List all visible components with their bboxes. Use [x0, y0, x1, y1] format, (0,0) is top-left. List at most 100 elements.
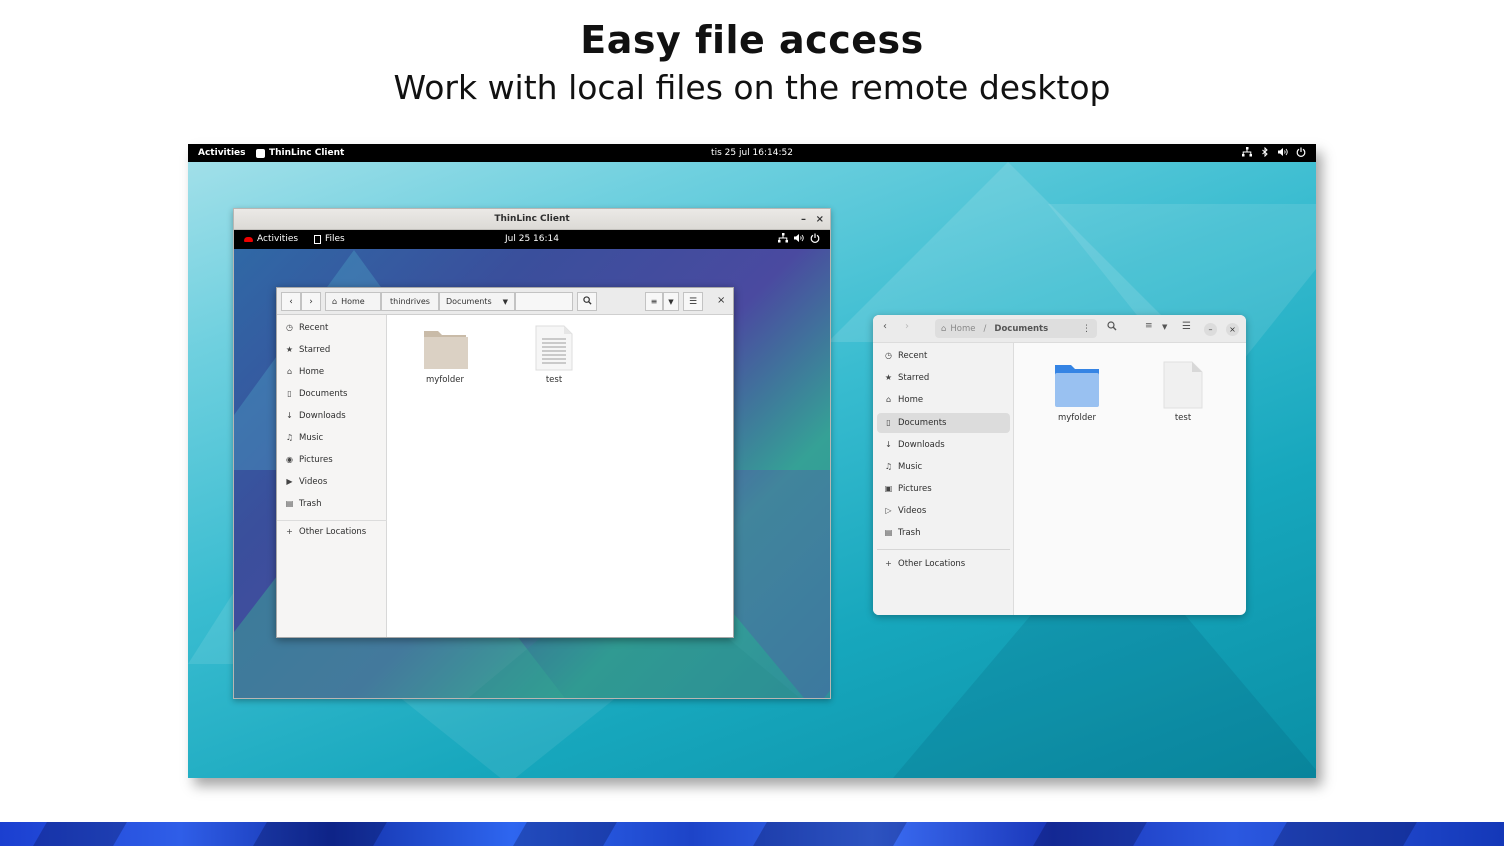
remote-system-tray[interactable]: [778, 233, 820, 243]
file-item-test[interactable]: test: [524, 325, 584, 385]
sidebar-item-recent[interactable]: ◷ Recent: [877, 346, 1010, 366]
view-options-button[interactable]: ▼: [663, 292, 679, 311]
remote-top-bar: Activities Files Jul 25 16:14: [234, 230, 830, 249]
document-icon: ▯: [287, 389, 292, 398]
sidebar-item-starred[interactable]: ★ Starred: [877, 368, 1010, 388]
clock[interactable]: tis 25 jul 16:14:52: [188, 148, 1316, 158]
volume-icon: [1278, 147, 1288, 157]
remote-clock[interactable]: Jul 25 16:14: [234, 234, 830, 244]
folder-icon: [1053, 361, 1101, 409]
sidebar-item-label: Documents: [299, 389, 348, 399]
download-icon: ↓: [286, 411, 293, 420]
menu-button[interactable]: ☰: [683, 292, 703, 311]
file-item-myfolder[interactable]: myfolder: [1047, 361, 1107, 423]
home-icon: ⌂: [941, 323, 947, 334]
forward-button[interactable]: ›: [301, 292, 321, 311]
sidebar-item-other-locations[interactable]: + Other Locations: [285, 527, 366, 537]
forward-button[interactable]: ›: [905, 321, 909, 332]
sidebar-item-label: Pictures: [299, 455, 333, 465]
view-options-button[interactable]: ▼: [1162, 323, 1167, 331]
system-tray[interactable]: [1242, 146, 1306, 158]
sidebar-item-home[interactable]: ⌂ Home: [285, 367, 324, 377]
back-button[interactable]: ‹: [281, 292, 301, 311]
power-icon: [810, 233, 820, 243]
music-icon: ♫: [884, 462, 893, 471]
close-button[interactable]: ×: [1226, 323, 1239, 336]
remote-desktop[interactable]: Activities Files Jul 25 16:14 ‹ › ⌂ Home…: [234, 230, 830, 698]
path-current[interactable]: Documents: [994, 324, 1048, 334]
sidebar-item-label: Recent: [299, 323, 329, 333]
sidebar-item-label: Other Locations: [898, 559, 966, 569]
minimize-button[interactable]: –: [1204, 323, 1217, 336]
menu-button[interactable]: ☰: [1182, 321, 1191, 332]
close-icon: ×: [1229, 325, 1236, 334]
desktop-top-bar: Activities ThinLinc Client tis 25 jul 16…: [188, 144, 1316, 162]
files-headerbar: ‹ › ⌂ Home thindrives Documents ▼ ≡ ▼ ☰ …: [277, 288, 733, 315]
sidebar-item-documents[interactable]: ▯ Documents: [877, 413, 1010, 433]
search-icon: [582, 295, 592, 308]
bottom-decorative-band: [0, 822, 1504, 846]
sidebar-item-videos[interactable]: ▶ Videos: [285, 477, 327, 487]
sidebar-item-trash[interactable]: ▤ Trash: [285, 499, 322, 509]
breadcrumb-extra[interactable]: [515, 292, 573, 311]
sidebar-item-pictures[interactable]: ▣ Pictures: [877, 479, 1010, 499]
home-icon: ⌂: [885, 395, 892, 404]
sidebar-item-home[interactable]: ⌂ Home: [877, 390, 1010, 410]
minimize-icon: –: [1208, 325, 1213, 334]
sidebar-item-other-locations[interactable]: + Other Locations: [877, 554, 1010, 574]
power-icon: [1296, 147, 1306, 157]
folder-icon: [422, 325, 468, 371]
close-icon[interactable]: ×: [717, 295, 725, 306]
hamburger-icon: ☰: [1182, 321, 1191, 332]
chevron-left-icon: ‹: [883, 321, 887, 332]
breadcrumb-home-label: Home: [341, 297, 365, 306]
sidebar-item-recent[interactable]: ◷ Recent: [285, 323, 328, 333]
location-bar[interactable]: ⌂ Home / Documents ⋮: [935, 319, 1097, 338]
file-item-myfolder[interactable]: myfolder: [415, 325, 475, 385]
sidebar-item-music[interactable]: ♫ Music: [285, 433, 323, 443]
sidebar-item-music[interactable]: ♫ Music: [877, 457, 1010, 477]
sidebar-item-videos[interactable]: ▷ Videos: [877, 501, 1010, 521]
thinlinc-client-window[interactable]: ThinLinc Client – × Activities Files Jul…: [233, 208, 831, 699]
sidebar-item-starred[interactable]: ★ Starred: [285, 345, 330, 355]
local-files-window[interactable]: ‹ › ⌂ Home / Documents ⋮ ≡ ▼ ☰ – × ◷ Rece…: [873, 315, 1246, 615]
sidebar-item-label: Pictures: [898, 484, 932, 494]
bluetooth-icon: [1260, 146, 1270, 158]
network-icon: [778, 233, 788, 243]
more-options-icon[interactable]: ⋮: [1082, 324, 1091, 334]
plus-icon: +: [286, 527, 293, 536]
sidebar-divider: [877, 549, 1010, 550]
clock-icon: ◷: [885, 351, 892, 360]
breadcrumb-documents[interactable]: Documents ▼: [439, 292, 515, 311]
sidebar-item-trash[interactable]: ▤ Trash: [877, 523, 1010, 543]
breadcrumb-thindrives[interactable]: thindrives: [381, 292, 439, 311]
list-view-icon: ≡: [650, 297, 658, 306]
window-titlebar[interactable]: ThinLinc Client – ×: [234, 209, 830, 230]
breadcrumb-home[interactable]: ⌂ Home: [325, 292, 381, 311]
view-toggle-button[interactable]: ≡: [645, 292, 663, 311]
home-icon: ⌂: [332, 297, 338, 306]
text-file-icon: [534, 325, 574, 371]
file-item-label: test: [545, 375, 563, 385]
minimize-button[interactable]: –: [801, 209, 806, 230]
view-toggle-button[interactable]: ≡: [1145, 321, 1153, 331]
plus-icon: +: [885, 559, 892, 568]
sidebar-item-downloads[interactable]: ↓ Downloads: [285, 411, 346, 421]
sidebar-item-documents[interactable]: ▯ Documents: [285, 389, 347, 399]
file-item-test[interactable]: test: [1153, 361, 1213, 423]
hamburger-icon: ☰: [688, 296, 698, 307]
back-button[interactable]: ‹: [883, 321, 887, 332]
path-home[interactable]: Home: [950, 324, 975, 334]
close-button[interactable]: ×: [816, 209, 824, 230]
path-separator: /: [983, 323, 987, 334]
search-button[interactable]: [1107, 321, 1117, 334]
page-title: Easy file access: [580, 18, 924, 62]
remote-files-window[interactable]: ‹ › ⌂ Home thindrives Documents ▼ ≡ ▼ ☰ …: [276, 287, 734, 638]
star-icon: ★: [285, 345, 294, 354]
sidebar-item-pictures[interactable]: ◉ Pictures: [285, 455, 333, 465]
sidebar-item-downloads[interactable]: ↓ Downloads: [877, 435, 1010, 455]
star-icon: ★: [884, 373, 893, 382]
search-button[interactable]: [577, 292, 597, 311]
sidebar-item-label: Documents: [898, 418, 947, 428]
sidebar-divider: [277, 520, 387, 521]
